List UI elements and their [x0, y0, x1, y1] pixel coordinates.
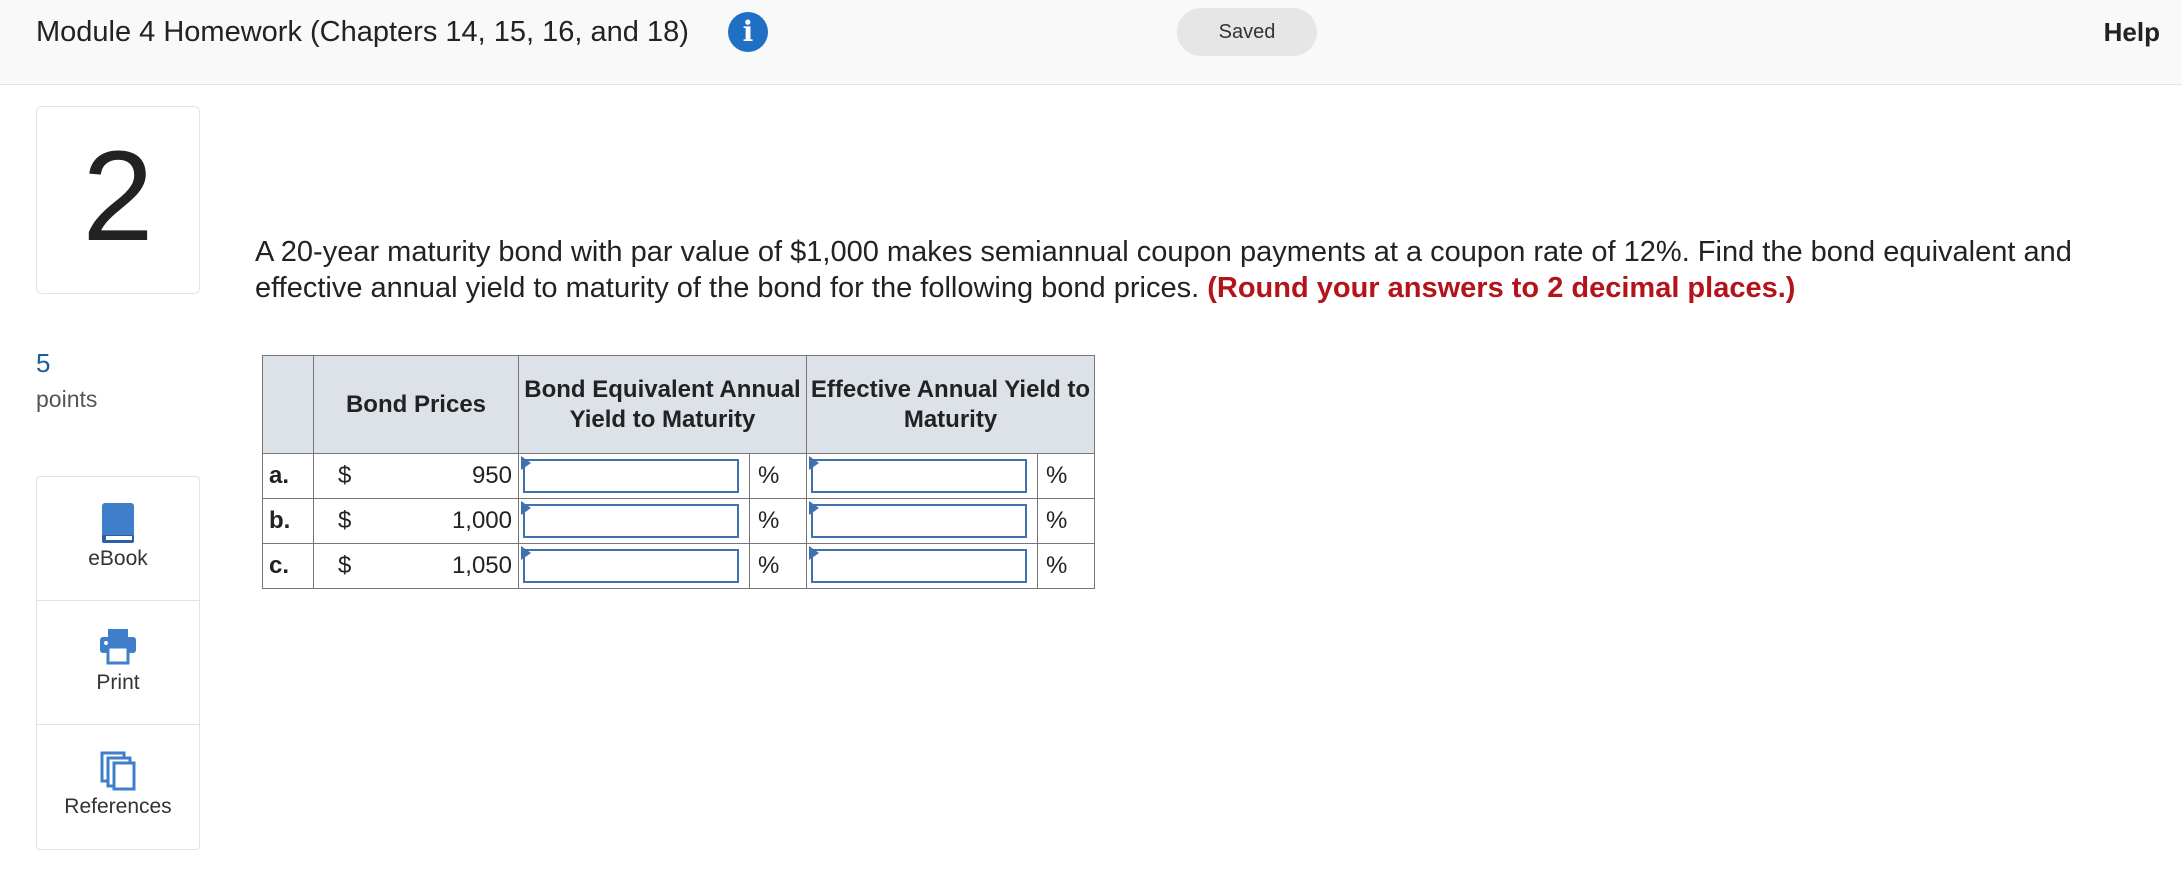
references-icon — [100, 751, 136, 791]
table-row: b. $ 1,000 % % — [262, 498, 1095, 544]
references-label: References — [64, 795, 172, 818]
bond-price: 950 — [379, 453, 520, 499]
question-number-card: 2 — [36, 106, 200, 294]
percent-unit: % — [749, 453, 807, 499]
eay-input[interactable] — [811, 549, 1027, 583]
rounding-note: (Round your answers to 2 decimal places.… — [1207, 272, 1796, 304]
eay-input[interactable] — [811, 504, 1027, 538]
bond-yield-table: Bond Prices Bond Equivalent Annual Yield… — [262, 355, 1095, 589]
references-button[interactable]: References — [37, 725, 199, 848]
percent-unit: % — [1037, 453, 1095, 499]
input-flag-icon — [521, 501, 531, 515]
points-value: 5 — [36, 348, 51, 378]
eay-cell — [806, 453, 1038, 499]
eay-cell — [806, 543, 1038, 589]
percent-unit: % — [1037, 498, 1095, 544]
question-body: A 20-year maturity bond with par value o… — [255, 236, 2072, 304]
eay-input[interactable] — [811, 459, 1027, 493]
input-flag-icon — [521, 546, 531, 560]
info-icon[interactable]: i — [728, 12, 768, 52]
bey-cell — [518, 543, 750, 589]
currency-sign: $ — [313, 453, 380, 499]
bond-prices-header: Bond Prices — [313, 355, 519, 454]
bey-input[interactable] — [523, 504, 739, 538]
bey-input[interactable] — [523, 459, 739, 493]
print-button[interactable]: Print — [37, 601, 199, 725]
question-text: A 20-year maturity bond with par value o… — [255, 234, 2155, 306]
bey-cell — [518, 498, 750, 544]
book-icon — [102, 503, 134, 543]
bey-cell — [518, 453, 750, 499]
bey-header: Bond Equivalent Annual Yield to Maturity — [518, 355, 807, 454]
input-flag-icon — [521, 456, 531, 470]
currency-sign: $ — [313, 543, 380, 589]
printer-icon — [100, 629, 136, 665]
ebook-button[interactable]: eBook — [37, 477, 199, 601]
tools-panel: eBook Print References — [36, 476, 200, 850]
row-label-header — [262, 355, 314, 454]
bey-input[interactable] — [523, 549, 739, 583]
assignment-title: Module 4 Homework (Chapters 14, 15, 16, … — [36, 16, 689, 48]
row-label: a. — [262, 453, 314, 499]
eay-header: Effective Annual Yield to Maturity — [806, 355, 1095, 454]
row-label: b. — [262, 498, 314, 544]
table-row: c. $ 1,050 % % — [262, 543, 1095, 589]
print-label: Print — [96, 671, 140, 694]
ebook-label: eBook — [88, 547, 148, 570]
bond-price: 1,050 — [379, 543, 520, 589]
currency-sign: $ — [313, 498, 380, 544]
table-row: a. $ 950 % % — [262, 453, 1095, 499]
input-flag-icon — [809, 456, 819, 470]
eay-cell — [806, 498, 1038, 544]
points-label: points — [36, 386, 98, 412]
percent-unit: % — [749, 498, 807, 544]
help-link[interactable]: Help — [2104, 12, 2160, 52]
percent-unit: % — [1037, 543, 1095, 589]
bond-price: 1,000 — [379, 498, 520, 544]
question-number: 2 — [82, 125, 154, 268]
top-header: Module 4 Homework (Chapters 14, 15, 16, … — [0, 0, 2182, 85]
input-flag-icon — [809, 546, 819, 560]
percent-unit: % — [749, 543, 807, 589]
input-flag-icon — [809, 501, 819, 515]
row-label: c. — [262, 543, 314, 589]
saved-status-badge: Saved — [1177, 8, 1317, 56]
